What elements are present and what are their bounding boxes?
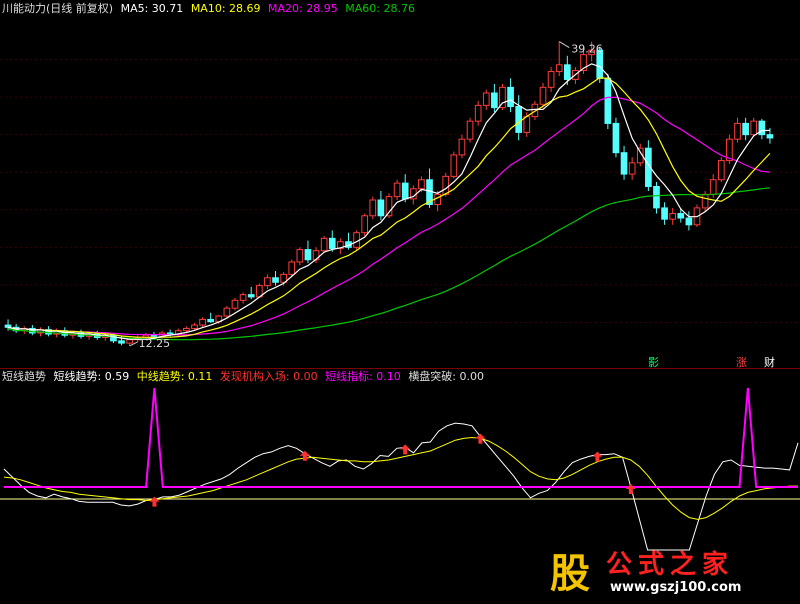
candle-body bbox=[742, 122, 749, 136]
candle-body bbox=[328, 237, 336, 249]
candle-body bbox=[434, 193, 441, 206]
candle-body bbox=[653, 185, 660, 209]
breakout-label: 横盘突破: 0.00 bbox=[408, 370, 485, 383]
indicator-header: 短线趋势 短线趋势: 0.59 中线趋势: 0.11 发现机构入场: 0.00 … bbox=[2, 370, 488, 384]
candlestick-chart[interactable]: 39.26 12.25 bbox=[0, 16, 800, 366]
candle-body bbox=[734, 122, 741, 140]
candle-body bbox=[304, 249, 312, 261]
candle-body bbox=[750, 120, 758, 136]
candle-body bbox=[442, 175, 450, 195]
candle-body bbox=[515, 106, 523, 133]
candle-body bbox=[466, 120, 474, 140]
buy-signal-arrow bbox=[625, 484, 636, 494]
watermark-logo: 股 公式之家 www.gszj100.com bbox=[540, 550, 790, 598]
ma60-label: MA60: 28.76 bbox=[345, 2, 415, 15]
stock-title: 川能动力(日线 前复权) bbox=[2, 2, 114, 15]
logo-title: 公式之家 bbox=[606, 550, 735, 580]
candle-body bbox=[296, 249, 304, 263]
candle-body bbox=[207, 318, 215, 323]
buy-signal-arrow bbox=[592, 451, 603, 462]
candle-body bbox=[563, 64, 571, 80]
candle-body bbox=[272, 277, 279, 283]
candle-body bbox=[669, 213, 677, 220]
candle-body bbox=[223, 307, 231, 317]
ma20-label: MA20: 28.95 bbox=[268, 2, 338, 15]
short-trend-label: 短线趋势: 0.59 bbox=[53, 370, 130, 383]
candle-body bbox=[264, 277, 271, 287]
candle-body bbox=[393, 182, 401, 198]
candle-body bbox=[418, 179, 425, 190]
high-label: 39.26 bbox=[571, 43, 603, 56]
main-chart-header: 川能动力(日线 前复权) MA5: 30.71 MA10: 28.69 MA20… bbox=[2, 2, 419, 16]
candle-body bbox=[183, 327, 190, 332]
indicator-name: 短线趋势 bbox=[2, 370, 46, 383]
candle-body bbox=[320, 237, 328, 252]
candle-body bbox=[369, 199, 377, 217]
candle-body bbox=[701, 193, 709, 209]
panel-divider bbox=[0, 368, 800, 369]
candle-body bbox=[709, 179, 717, 195]
candle-body bbox=[4, 324, 12, 328]
candle-body bbox=[239, 294, 247, 301]
candle-body bbox=[458, 138, 466, 156]
candle-body bbox=[620, 152, 628, 175]
candle-body bbox=[491, 92, 498, 109]
candle-body bbox=[199, 318, 206, 326]
candle-body bbox=[231, 299, 239, 309]
candle-body bbox=[507, 86, 514, 107]
candle-body bbox=[166, 332, 174, 335]
candle-body bbox=[547, 71, 555, 88]
short-index-label: 短线指标: 0.10 bbox=[325, 370, 401, 383]
buy-signal-arrow bbox=[475, 433, 486, 444]
candle-body bbox=[482, 92, 490, 106]
candle-body bbox=[474, 104, 482, 122]
candle-body bbox=[450, 154, 458, 177]
logo-glyph: 股 bbox=[550, 550, 590, 597]
candle-body bbox=[612, 122, 620, 154]
logo-url: www.gszj100.com bbox=[610, 580, 742, 595]
candle-body bbox=[628, 162, 636, 175]
candle-body bbox=[539, 86, 547, 105]
candle-body bbox=[604, 77, 612, 124]
candle-body bbox=[555, 64, 563, 73]
candle-body bbox=[677, 213, 685, 219]
candle-body bbox=[685, 217, 693, 226]
candle-body bbox=[118, 340, 125, 344]
candle-body bbox=[377, 199, 385, 217]
candle-body bbox=[523, 116, 531, 133]
candle-body bbox=[288, 261, 296, 275]
candle-body bbox=[661, 207, 668, 220]
buy-signal-arrow bbox=[400, 444, 411, 455]
high-pointer bbox=[558, 41, 570, 49]
candle-body bbox=[361, 215, 369, 234]
low-label: 12.25 bbox=[139, 337, 171, 350]
mid-trend-label: 中线趋势: 0.11 bbox=[136, 370, 213, 383]
mid-trend-line bbox=[3, 436, 798, 520]
inst-entry-label: 发现机构入场: 0.00 bbox=[219, 370, 318, 383]
candle-body bbox=[401, 182, 409, 200]
candle-body bbox=[766, 134, 774, 139]
candle-body bbox=[126, 339, 133, 344]
stock-chart-window: 川能动力(日线 前复权) MA5: 30.71 MA10: 28.69 MA20… bbox=[0, 0, 800, 604]
short-index-line bbox=[4, 387, 798, 488]
ma10-label: MA10: 28.69 bbox=[190, 2, 261, 15]
candle-body bbox=[247, 294, 255, 298]
ma5-label: MA5: 30.71 bbox=[120, 2, 184, 15]
candle-body bbox=[191, 324, 198, 329]
candle-body bbox=[717, 160, 725, 181]
candle-body bbox=[758, 120, 766, 136]
